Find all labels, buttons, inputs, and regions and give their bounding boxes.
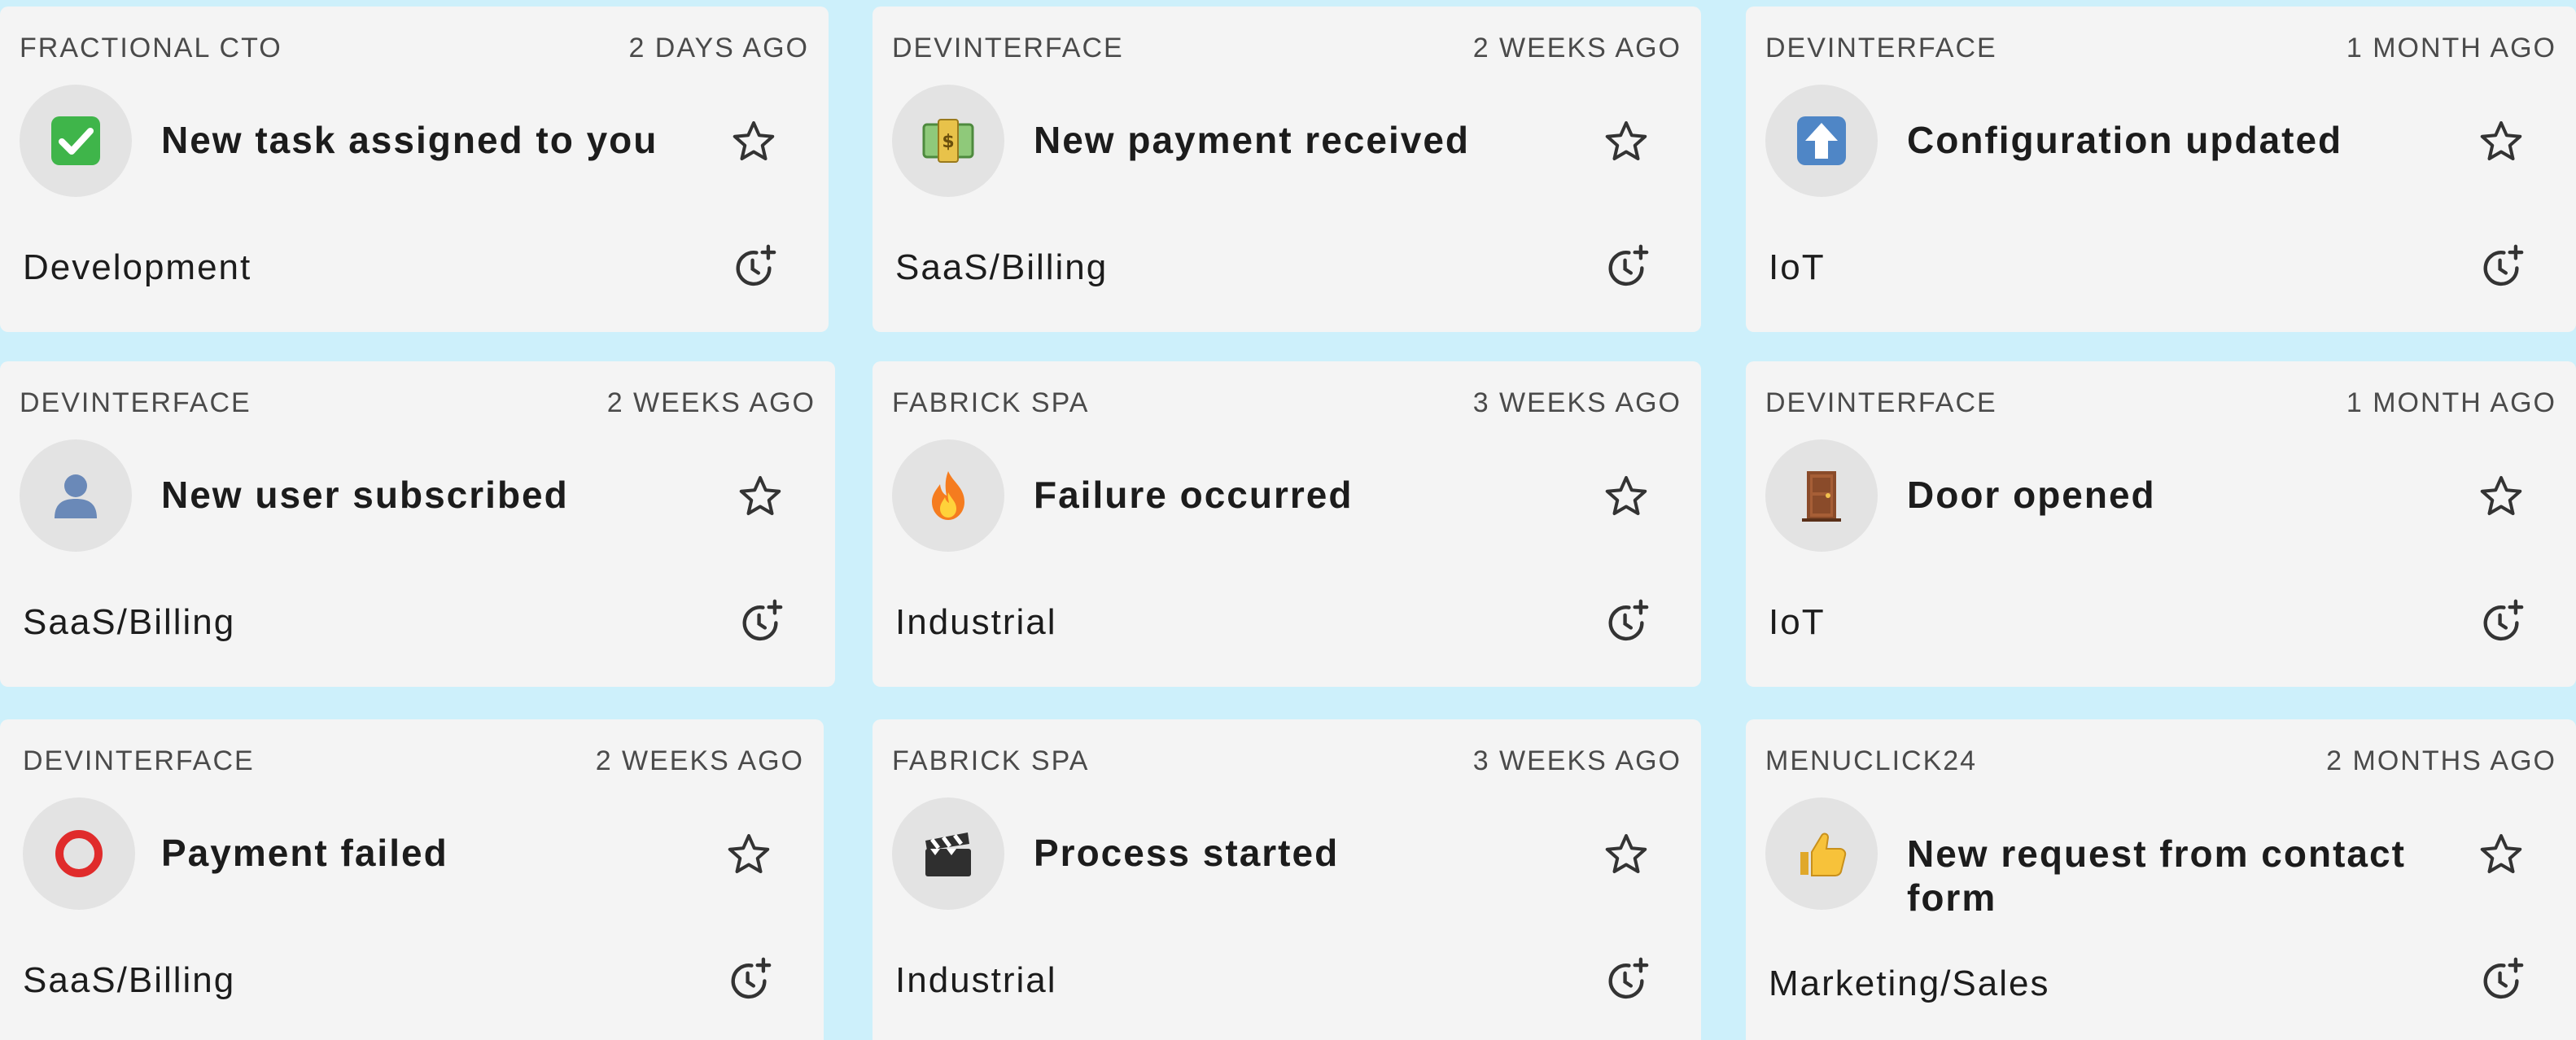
- organization-label: DEVINTERFACE: [1765, 387, 1997, 418]
- up-arrow-icon: [1765, 85, 1878, 197]
- notification-title: New request from contact form: [1907, 832, 2406, 919]
- snooze-icon[interactable]: [2478, 243, 2526, 290]
- organization-label: DEVINTERFACE: [23, 745, 255, 776]
- fire-icon: [892, 439, 1004, 552]
- organization-label: DEVINTERFACE: [1765, 33, 1997, 63]
- red-circle-icon: [23, 797, 135, 910]
- organization-label: DEVINTERFACE: [892, 33, 1124, 63]
- category-label: IoT: [1769, 247, 1826, 287]
- money-icon: $: [892, 85, 1004, 197]
- category-label: Development: [23, 247, 252, 287]
- notification-card[interactable]: DEVINTERFACE 1 MONTH AGO Door opened IoT: [1746, 361, 2576, 687]
- notification-card[interactable]: DEVINTERFACE 2 WEEKS AGO New user subscr…: [0, 361, 835, 687]
- notification-title: New payment received: [1034, 119, 1471, 161]
- star-icon[interactable]: [724, 830, 773, 879]
- notification-title: Door opened: [1907, 474, 2156, 516]
- star-icon[interactable]: [1602, 117, 1651, 166]
- thumbs-up-icon: [1765, 797, 1878, 910]
- snooze-icon[interactable]: [2478, 597, 2526, 645]
- notification-title: Failure occurred: [1034, 474, 1354, 516]
- door-icon: [1765, 439, 1878, 552]
- category-label: Industrial: [895, 960, 1057, 1000]
- timestamp-label: 1 MONTH AGO: [2346, 33, 2556, 63]
- notification-title: Process started: [1034, 832, 1340, 874]
- timestamp-label: 2 MONTHS AGO: [2326, 745, 2556, 776]
- star-icon[interactable]: [2477, 117, 2526, 166]
- star-icon[interactable]: [736, 472, 785, 521]
- organization-label: FRACTIONAL CTO: [20, 33, 282, 63]
- check-mark-icon: [20, 85, 132, 197]
- star-icon[interactable]: [1602, 472, 1651, 521]
- category-label: SaaS/Billing: [23, 602, 236, 642]
- notification-card[interactable]: DEVINTERFACE 2 WEEKS AGO $ New payment r…: [873, 7, 1701, 332]
- notification-card[interactable]: DEVINTERFACE 1 MONTH AGO Configuration u…: [1746, 7, 2576, 332]
- timestamp-label: 2 WEEKS AGO: [1472, 33, 1682, 63]
- timestamp-label: 2 DAYS AGO: [628, 33, 809, 63]
- clapper-board-icon: [892, 797, 1004, 910]
- star-icon[interactable]: [729, 117, 778, 166]
- notification-card[interactable]: FABRICK SPA 3 WEEKS AGO Process started …: [873, 719, 1701, 1040]
- organization-label: DEVINTERFACE: [20, 387, 251, 418]
- notification-title: Configuration updated: [1907, 119, 2343, 161]
- star-icon[interactable]: [2477, 472, 2526, 521]
- snooze-icon[interactable]: [1603, 243, 1651, 290]
- organization-label: FABRICK SPA: [892, 387, 1090, 418]
- organization-label: FABRICK SPA: [892, 745, 1090, 776]
- notification-title: Payment failed: [161, 832, 448, 874]
- timestamp-label: 2 WEEKS AGO: [606, 387, 816, 418]
- snooze-icon[interactable]: [737, 597, 785, 645]
- svg-text:$: $: [942, 132, 954, 152]
- star-icon[interactable]: [1602, 830, 1651, 879]
- notification-card[interactable]: FABRICK SPA 3 WEEKS AGO Failure occurred…: [873, 361, 1701, 687]
- category-label: Marketing/Sales: [1769, 964, 2050, 1003]
- timestamp-label: 2 WEEKS AGO: [595, 745, 804, 776]
- snooze-icon[interactable]: [731, 243, 778, 290]
- category-label: SaaS/Billing: [895, 247, 1109, 287]
- category-label: IoT: [1769, 602, 1826, 642]
- timestamp-label: 1 MONTH AGO: [2346, 387, 2556, 418]
- snooze-icon[interactable]: [1603, 597, 1651, 645]
- notification-title: New task assigned to you: [161, 119, 658, 161]
- notification-card[interactable]: DEVINTERFACE 2 WEEKS AGO Payment failed …: [0, 719, 824, 1040]
- organization-label: MENUCLICK24: [1765, 745, 1978, 776]
- snooze-icon[interactable]: [1603, 955, 1651, 1003]
- snooze-icon[interactable]: [726, 955, 773, 1003]
- category-label: SaaS/Billing: [23, 960, 236, 1000]
- notification-card[interactable]: MENUCLICK24 2 MONTHS AGO New request fro…: [1746, 719, 2576, 1040]
- snooze-icon[interactable]: [2478, 955, 2526, 1003]
- category-label: Industrial: [895, 602, 1057, 642]
- notification-card[interactable]: FRACTIONAL CTO 2 DAYS AGO New task assig…: [0, 7, 829, 332]
- star-icon[interactable]: [2477, 830, 2526, 879]
- user-silhouette-icon: [20, 439, 132, 552]
- timestamp-label: 3 WEEKS AGO: [1472, 745, 1682, 776]
- timestamp-label: 3 WEEKS AGO: [1472, 387, 1682, 418]
- notification-title: New user subscribed: [161, 474, 569, 516]
